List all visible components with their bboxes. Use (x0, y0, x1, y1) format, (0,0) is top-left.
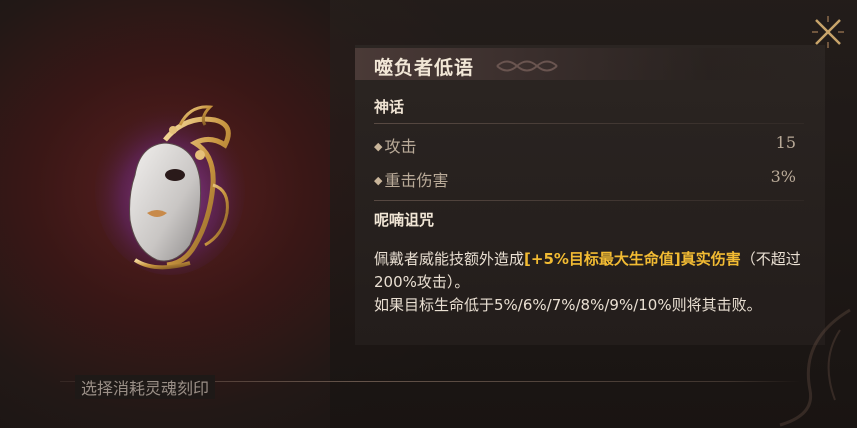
divider (374, 123, 804, 124)
stat-value: 15 (775, 133, 796, 152)
ornament-icon (496, 60, 558, 72)
porcelain-mask-icon (95, 105, 245, 275)
stat-label: 攻击 (384, 137, 417, 156)
stat-row-crit-damage: ◆ 重击伤害 3% (374, 167, 796, 190)
decorative-filigree-icon (779, 308, 851, 427)
diamond-icon: ◆ (374, 174, 383, 187)
desc-suffix: 如果目标生命低于5%/6%/7%/8%/9%/10%则将其击败。 (374, 296, 762, 314)
divider (374, 200, 804, 201)
item-rarity: 神话 (374, 98, 405, 116)
stat-row-attack: ◆ 攻击 15 (374, 133, 796, 156)
item-tooltip-window: 噬负者低语 神话 ◆ 攻击 15 ◆ 重击伤害 3% 呢喃诅咒 佩戴者威能技额外造成… (0, 0, 857, 428)
desc-highlight: [+5%目标最大生命值]真实伤害 (524, 250, 741, 268)
stat-label: 重击伤害 (384, 171, 449, 190)
diamond-icon: ◆ (374, 140, 383, 153)
stat-value: 3% (770, 167, 796, 186)
footer-label: 选择消耗灵魂刻印 (75, 375, 216, 399)
desc-prefix: 佩戴者威能技额外造成 (374, 250, 525, 268)
close-icon[interactable] (808, 12, 848, 52)
curse-title: 呢喃诅咒 (374, 211, 435, 229)
item-name: 噬负者低语 (374, 57, 475, 79)
